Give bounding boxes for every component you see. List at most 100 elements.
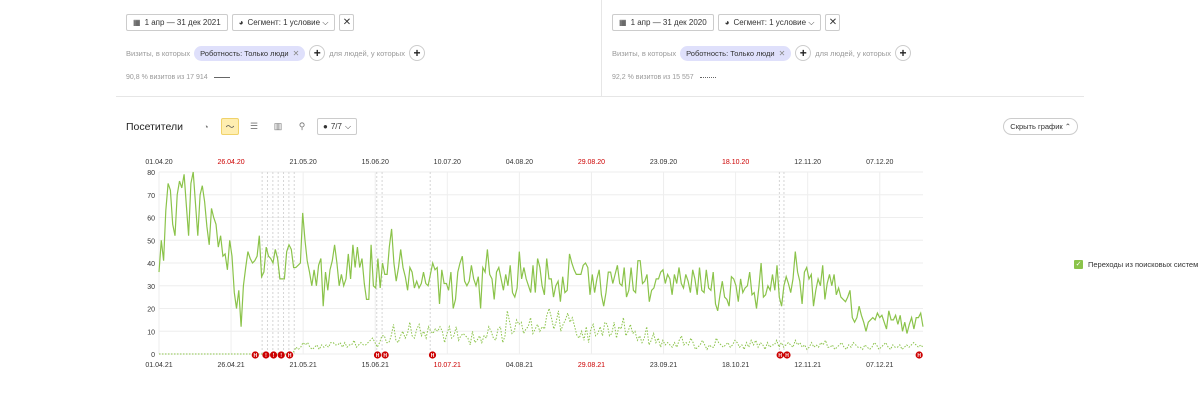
filter-chip[interactable]: Роботность: Только люди ✕	[680, 45, 792, 61]
y-tick-label: 30	[147, 284, 155, 291]
series-dropdown[interactable]: ● 7/7 ⌵	[316, 118, 358, 135]
summary-row: 90,8 % визитов из 17 914	[126, 74, 230, 81]
map-icon[interactable]: ⚲	[293, 118, 311, 135]
top-x-tick-label: 04.08.20	[506, 159, 533, 166]
period-row: ▦ 1 апр — 31 дек 2021 ◕ Сегмент: 1 услов…	[126, 14, 355, 31]
comparison-panels: ▦ 1 апр — 31 дек 2021 ◕ Сегмент: 1 услов…	[116, 0, 1084, 97]
filter-chip-label: Роботность: Только люди	[200, 48, 289, 58]
pie-icon: ◕	[724, 18, 730, 27]
bottom-x-tick-label: 26.04.21	[217, 362, 244, 369]
chart-legend[interactable]: ✓ Переходы из поисковых систем	[1074, 260, 1198, 269]
solid-line-legend-icon	[213, 77, 230, 78]
close-icon: ✕	[342, 17, 352, 28]
filter-chip-label: Роботность: Только люди	[686, 48, 775, 58]
annotation-marker-label: H	[383, 353, 387, 359]
legend-label: Переходы из поисковых систем	[1088, 260, 1199, 269]
y-tick-label: 20	[147, 307, 155, 314]
top-x-tick-label: 01.04.20	[145, 159, 172, 166]
close-segment-button[interactable]: ✕	[825, 14, 841, 31]
y-tick-label: 70	[147, 193, 155, 200]
annotation-marker-label: H	[288, 353, 292, 359]
chevron-up-icon: ⌃	[1064, 122, 1071, 131]
date-range-label: 1 апр — 31 дек 2020	[630, 18, 707, 27]
segment-label: Сегмент: 1 условие	[733, 18, 807, 27]
add-visit-condition-button[interactable]: +	[309, 45, 326, 61]
date-range-button[interactable]: ▦ 1 апр — 31 дек 2020	[612, 14, 714, 31]
summary-text: 90,8 % визитов из 17 914	[126, 74, 208, 81]
top-x-tick-label: 15.06.20	[362, 159, 389, 166]
add-people-condition-button[interactable]: +	[408, 45, 425, 61]
pie-icon: ◕	[238, 18, 244, 27]
close-segment-button[interactable]: ✕	[339, 14, 355, 31]
y-tick-label: 60	[147, 216, 155, 223]
bar-chart-icon[interactable]: ▥	[269, 118, 287, 135]
y-tick-label: 80	[147, 170, 155, 177]
bottom-x-tick-label: 21.05.21	[290, 362, 317, 369]
add-visit-condition-button[interactable]: +	[795, 45, 812, 61]
area-chart-icon[interactable]: ☰	[245, 118, 263, 135]
hide-chart-label: Скрыть график	[1010, 122, 1063, 131]
chart-toolbar: Посетители ◔ 〜 ☰ ▥ ⚲ ● 7/7 ⌵	[126, 118, 358, 135]
segment-panel-2020: ▦ 1 апр — 31 дек 2020 ◕ Сегмент: 1 услов…	[602, 0, 1084, 97]
bottom-x-tick-label: 29.08.21	[578, 362, 605, 369]
series-count: 7/7	[330, 122, 342, 131]
line-chart-icon[interactable]: 〜	[220, 118, 239, 135]
visits-where-label: Визиты, в которых	[612, 48, 677, 58]
hide-chart-button[interactable]: Скрыть график ⌃	[1003, 118, 1078, 135]
calendar-icon: ▦	[619, 18, 627, 27]
pie-chart-icon[interactable]: ◔	[197, 118, 215, 135]
bottom-x-tick-label: 10.07.21	[434, 362, 461, 369]
series-line-2021	[158, 171, 924, 334]
remove-filter-icon[interactable]: ✕	[293, 49, 300, 58]
annotation-marker-label: H	[431, 353, 435, 359]
y-tick-label: 40	[147, 261, 155, 268]
segment-dropdown[interactable]: ◕ Сегмент: 1 условие ⌵	[717, 14, 822, 31]
y-tick-label: 0	[151, 352, 155, 359]
add-people-condition-button[interactable]: +	[894, 45, 911, 61]
comment-icon: ●	[322, 122, 328, 131]
bottom-x-tick-label: 15.06.21	[362, 362, 389, 369]
top-x-tick-label: 10.07.20	[434, 159, 461, 166]
segment-panel-2021: ▦ 1 апр — 31 дек 2021 ◕ Сегмент: 1 услов…	[116, 0, 602, 97]
summary-row: 92,2 % визитов из 15 557	[612, 74, 716, 81]
y-tick-label: 10	[147, 329, 155, 336]
annotation-marker-label: H	[917, 353, 921, 359]
bottom-x-tick-label: 12.11.21	[794, 362, 821, 369]
segment-dropdown[interactable]: ◕ Сегмент: 1 условие ⌵	[231, 14, 336, 31]
summary-text: 92,2 % визитов из 15 557	[612, 74, 694, 81]
calendar-icon: ▦	[133, 18, 141, 27]
bottom-x-tick-label: 18.10.21	[722, 362, 749, 369]
bottom-x-tick-label: 07.12.21	[866, 362, 893, 369]
bottom-x-tick-label: 04.08.21	[506, 362, 533, 369]
checkbox-icon[interactable]: ✓	[1074, 260, 1083, 269]
annotation-marker-label: H	[778, 353, 782, 359]
annotation-marker-label: H	[785, 353, 789, 359]
report-area: ▦ 1 апр — 31 дек 2021 ◕ Сегмент: 1 услов…	[116, 0, 1198, 400]
top-x-tick-label: 23.09.20	[650, 159, 677, 166]
date-range-label: 1 апр — 31 дек 2021	[144, 18, 221, 27]
top-x-tick-label: 21.05.20	[290, 159, 317, 166]
visitors-chart[interactable]: 0 10 20 30 40 50 60 70 80 01.04.20 26.04.20 21.05.2…	[116, 150, 1084, 380]
filter-chip[interactable]: Роботность: Только люди ✕	[194, 45, 306, 61]
remove-filter-icon[interactable]: ✕	[779, 49, 786, 58]
top-x-tick-label: 07.12.20	[866, 159, 893, 166]
people-where-label: для людей, у которых	[815, 48, 891, 58]
annotation-marker-label: H	[253, 353, 257, 359]
annotation-marker-label: H	[376, 353, 380, 359]
visits-where-label: Визиты, в которых	[126, 48, 191, 58]
filter-row: Визиты, в которых Роботность: Только люд…	[126, 45, 425, 61]
y-tick-label: 50	[147, 238, 155, 245]
chevron-down-icon: ⌵	[320, 17, 329, 27]
people-where-label: для людей, у которых	[329, 48, 405, 58]
top-x-tick-label: 18.10.20	[722, 159, 749, 166]
bottom-x-tick-label: 01.04.21	[145, 362, 172, 369]
chevron-down-icon: ⌵	[344, 121, 352, 131]
top-x-tick-label: 29.08.20	[578, 159, 605, 166]
date-range-button[interactable]: ▦ 1 апр — 31 дек 2021	[126, 14, 228, 31]
close-icon: ✕	[828, 17, 838, 28]
filter-row: Визиты, в которых Роботность: Только люд…	[612, 45, 911, 61]
chevron-down-icon: ⌵	[806, 17, 815, 27]
chart-title: Посетители	[126, 120, 183, 133]
top-x-tick-label: 12.11.20	[794, 159, 821, 166]
bottom-x-tick-label: 23.09.21	[650, 362, 677, 369]
